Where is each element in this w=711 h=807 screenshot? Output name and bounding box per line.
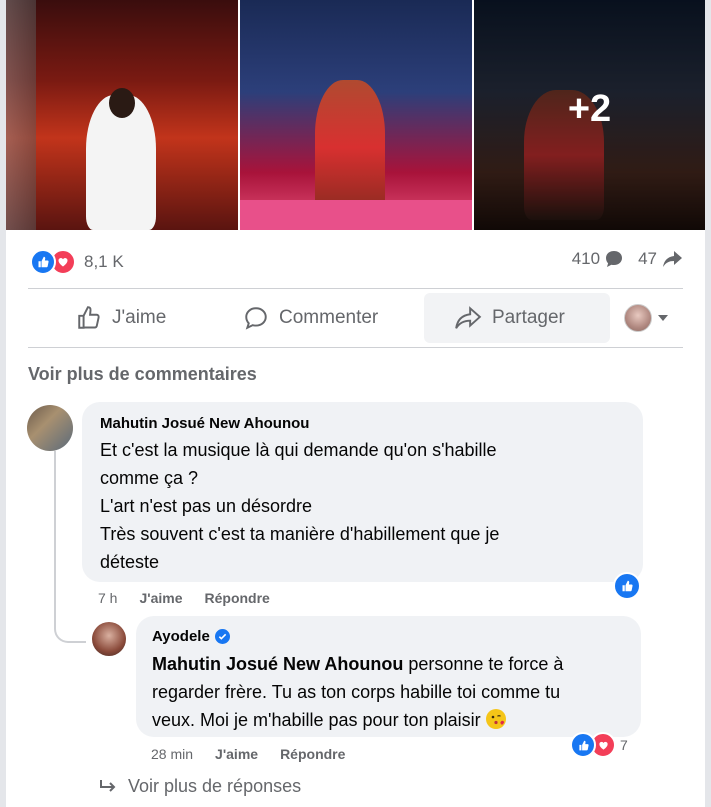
like-icon xyxy=(570,732,596,758)
comment-time[interactable]: 7 h xyxy=(98,590,117,606)
post-card: +2 8,1 K 410 47 J'aime Commenter Partage… xyxy=(6,0,705,807)
more-photos-count: +2 xyxy=(567,88,612,130)
reply-line: regarder frère. Tu as ton corps habille … xyxy=(152,682,561,702)
reply-line-start: personne te force à xyxy=(403,654,564,674)
like-icon xyxy=(622,580,633,592)
profile-avatar xyxy=(624,304,652,332)
reply-author-row: Ayodele xyxy=(152,628,230,645)
see-more-replies-label: Voir plus de réponses xyxy=(128,776,302,796)
comment-line: L'art n'est pas un désordre xyxy=(100,496,313,516)
comment-meta: 7 h J'aime Répondre xyxy=(98,590,270,606)
share-icon xyxy=(455,306,482,329)
mention-link[interactable]: Mahutin Josué New Ahounou xyxy=(152,654,403,674)
reply-author[interactable]: Ayodele xyxy=(152,628,210,645)
comment-like-button[interactable]: J'aime xyxy=(139,590,182,606)
reply-line-end: veux. Moi je m'habille pas pour ton plai… xyxy=(152,710,481,730)
avatar[interactable] xyxy=(92,622,126,656)
comment-line: comme ça ? xyxy=(100,468,199,488)
reaction-summary[interactable]: 8,1 K xyxy=(30,249,124,275)
see-more-replies-link[interactable]: Voir plus de réponses xyxy=(98,776,301,797)
photo-performer-white-dress[interactable] xyxy=(6,0,238,230)
reply-meta: 28 min J'aime Répondre xyxy=(151,746,345,762)
comments-count-value: 410 xyxy=(571,249,601,268)
reply-arrow-icon xyxy=(100,779,116,792)
performer-head xyxy=(109,88,135,118)
like-button-label: J'aime xyxy=(112,307,167,328)
shares-count-value: 47 xyxy=(638,249,657,268)
post-actions-bar: J'aime Commenter Partager xyxy=(28,288,683,348)
reply-reply-button[interactable]: Répondre xyxy=(280,746,345,762)
reply-text: Mahutin Josué New Ahounou personne te fo… xyxy=(152,650,630,734)
comment-author[interactable]: Mahutin Josué New Ahounou xyxy=(100,415,309,432)
reply-reaction-count: 7 xyxy=(620,737,628,753)
chevron-down-icon xyxy=(658,315,668,321)
comment-like-reaction[interactable] xyxy=(613,572,641,600)
stage-backdrop xyxy=(250,10,370,90)
like-button[interactable]: J'aime xyxy=(76,293,166,343)
thumbs-up-icon xyxy=(78,306,100,329)
photo-dancers-more[interactable]: +2 xyxy=(474,0,705,230)
like-icon xyxy=(30,249,56,275)
comment-line: déteste xyxy=(100,552,160,572)
comment-text: Et c'est la musique là qui demande qu'on… xyxy=(100,436,620,576)
comment-bubble-icon xyxy=(606,251,623,267)
dancer-figure xyxy=(315,80,385,215)
reply-time[interactable]: 28 min xyxy=(151,746,193,762)
comment-icon xyxy=(245,307,267,330)
share-arrow-icon xyxy=(663,251,682,267)
reply-reaction-summary[interactable]: 7 xyxy=(570,732,628,758)
engagement-counts: 410 47 xyxy=(572,249,683,269)
comment-line: Très souvent c'est ta manière d'habillem… xyxy=(100,524,500,544)
reply-like-button[interactable]: J'aime xyxy=(215,746,258,762)
kiss-face-emoji-icon xyxy=(485,709,506,729)
avatar[interactable] xyxy=(27,405,73,451)
see-more-comments-link[interactable]: Voir plus de commentaires xyxy=(28,364,257,385)
share-button-label: Partager xyxy=(492,307,565,328)
reaction-count: 8,1 K xyxy=(84,252,124,271)
comment-button-label: Commenter xyxy=(279,307,379,328)
reply-line: veux. Moi je m'habille pas pour ton plai… xyxy=(152,706,630,734)
share-button[interactable]: Partager xyxy=(424,293,610,343)
comment-line: Et c'est la musique là qui demande qu'on… xyxy=(100,440,497,460)
stage-truss xyxy=(6,0,36,230)
reply-line: Mahutin Josué New Ahounou personne te fo… xyxy=(152,650,630,678)
react-as-selector[interactable] xyxy=(624,293,668,343)
post-stats: 8,1 K 410 47 xyxy=(6,240,705,280)
comment-reply-button[interactable]: Répondre xyxy=(205,590,270,606)
comments-count[interactable]: 410 xyxy=(572,249,624,269)
photo-grid: +2 xyxy=(6,0,705,230)
verified-badge-icon xyxy=(214,629,230,644)
photo-dancer-on-stage[interactable] xyxy=(240,0,472,230)
stage-floor xyxy=(240,200,472,230)
shares-count[interactable]: 47 xyxy=(638,249,683,269)
comment-button[interactable]: Commenter xyxy=(243,293,378,343)
